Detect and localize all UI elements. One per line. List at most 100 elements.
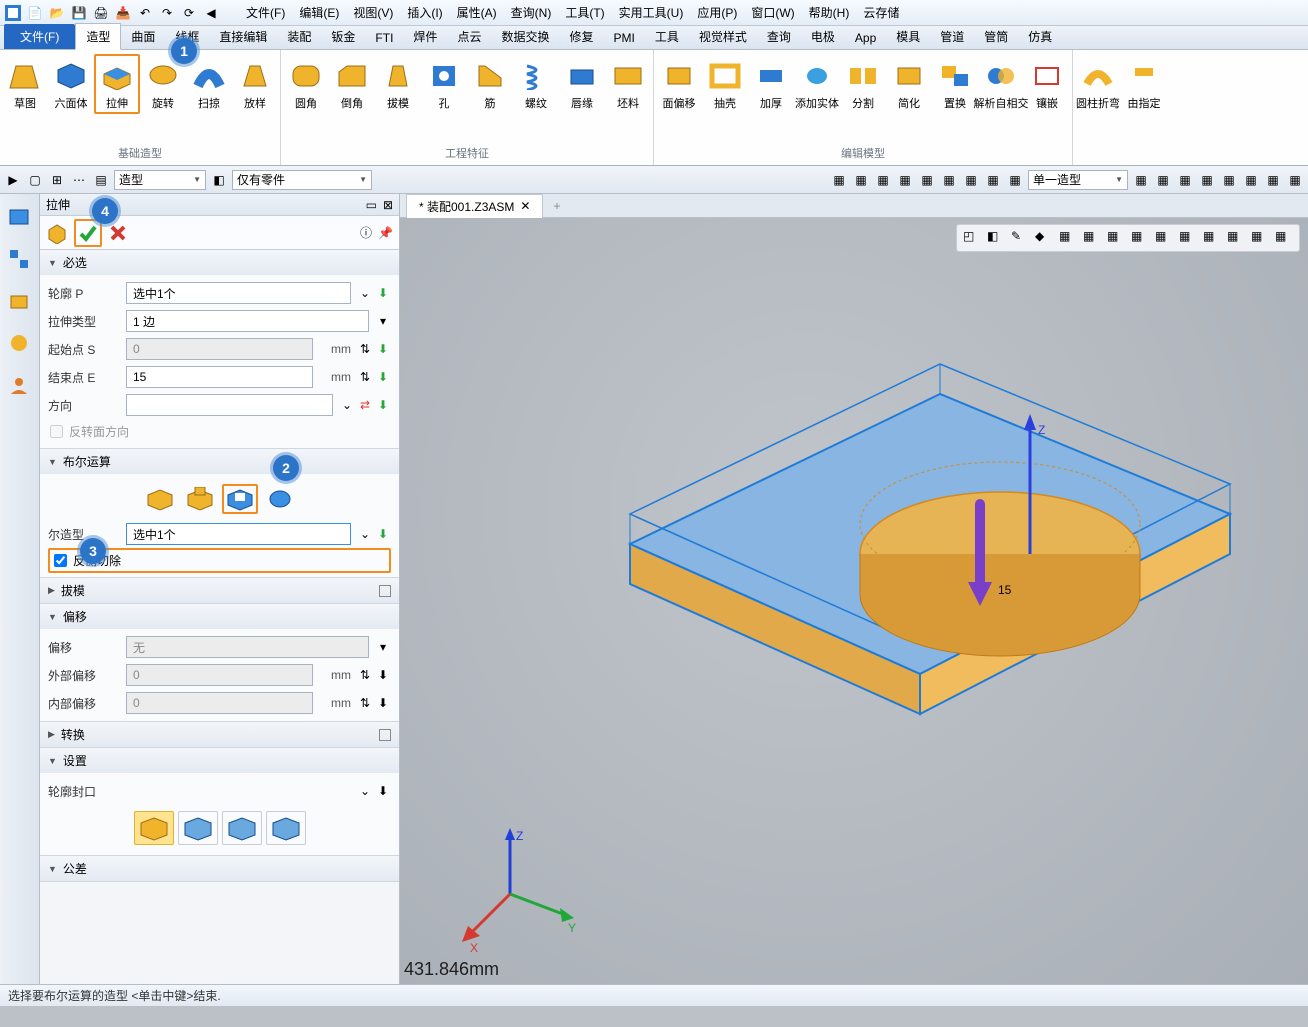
dropdown-icon[interactable]: ▾: [375, 639, 391, 655]
btn-hex[interactable]: 六面体: [48, 54, 94, 114]
section-toggle[interactable]: [379, 585, 391, 597]
tab-repair[interactable]: 修复: [559, 24, 603, 49]
btn-rib[interactable]: 筋: [467, 54, 513, 114]
btn-sweep[interactable]: 扫掠: [186, 54, 232, 114]
tab-mold[interactable]: 模具: [886, 24, 930, 49]
tb-icon[interactable]: ▦: [1132, 171, 1150, 189]
menu-query[interactable]: 查询(N): [505, 2, 558, 23]
end-input[interactable]: 15: [126, 366, 313, 388]
new-icon[interactable]: 📄: [26, 4, 44, 22]
pick-icon[interactable]: ⬇: [375, 783, 391, 799]
tb-icon[interactable]: ▦: [1286, 171, 1304, 189]
btn-sketch[interactable]: 草图: [2, 54, 48, 114]
tab-sheet[interactable]: 钣金: [321, 24, 365, 49]
rail-render-icon[interactable]: [8, 332, 32, 356]
ok-button[interactable]: [74, 219, 102, 247]
close-icon[interactable]: ⊠: [383, 198, 393, 212]
display-select[interactable]: 单一造型: [1028, 170, 1128, 190]
tb-icon[interactable]: ▦: [896, 171, 914, 189]
btn-draft[interactable]: 拔模: [375, 54, 421, 114]
menu-edit[interactable]: 编辑(E): [293, 2, 345, 23]
mode-select[interactable]: 造型: [114, 170, 206, 190]
redo-icon[interactable]: ↷: [158, 4, 176, 22]
tab-vs[interactable]: 视觉样式: [689, 24, 757, 49]
vt-icon[interactable]: ▦: [1227, 229, 1245, 247]
btn-inlay[interactable]: 镶嵌: [1024, 54, 1070, 114]
vt-icon[interactable]: ▦: [1131, 229, 1149, 247]
tb-icon[interactable]: ▦: [830, 171, 848, 189]
rail-asm-icon[interactable]: [8, 248, 32, 272]
tab-elec[interactable]: 电极: [801, 24, 845, 49]
tb-icon[interactable]: ▦: [962, 171, 980, 189]
cancel-button[interactable]: [108, 223, 128, 243]
section-header[interactable]: ▶转换: [40, 722, 399, 747]
btn-blank[interactable]: 坯料: [605, 54, 651, 114]
tab-tube[interactable]: 管筒: [974, 24, 1018, 49]
tb-icon[interactable]: ▦: [1006, 171, 1024, 189]
box-icon[interactable]: ▢: [26, 171, 44, 189]
cap-opt-1[interactable]: [134, 811, 174, 845]
minimize-icon[interactable]: ▭: [366, 198, 377, 212]
tab-sim[interactable]: 仿真: [1018, 24, 1062, 49]
vt-icon[interactable]: ▦: [1275, 229, 1293, 247]
spinner-icon[interactable]: ⇅: [357, 341, 373, 357]
tb-icon[interactable]: ▦: [1198, 171, 1216, 189]
pick-icon[interactable]: ⬇: [375, 369, 391, 385]
vt-icon[interactable]: ✎: [1011, 229, 1029, 247]
tab-pmi[interactable]: PMI: [603, 27, 644, 49]
tb-icon[interactable]: ▦: [1220, 171, 1238, 189]
print-icon[interactable]: 🖨: [92, 4, 110, 22]
vt-icon[interactable]: ▦: [1203, 229, 1221, 247]
pick-icon[interactable]: ⬇: [375, 526, 391, 542]
menu-cloud[interactable]: 云存储: [857, 2, 905, 23]
expand-icon[interactable]: ⌄: [357, 783, 373, 799]
menu-insert[interactable]: 插入(I): [401, 2, 448, 23]
btn-specify[interactable]: 由指定: [1121, 54, 1167, 114]
cap-opt-2[interactable]: [178, 811, 218, 845]
section-header[interactable]: ▼偏移: [40, 604, 399, 629]
dir-input[interactable]: [126, 394, 333, 416]
tab-fti[interactable]: FTI: [365, 27, 403, 49]
btn-chamfer[interactable]: 倒角: [329, 54, 375, 114]
btn-loft[interactable]: 放样: [232, 54, 278, 114]
tb-icon[interactable]: ▦: [1154, 171, 1172, 189]
tab-file[interactable]: 文件(F): [4, 24, 75, 49]
tab-tool[interactable]: 工具: [645, 24, 689, 49]
viewport[interactable]: * 装配001.Z3ASM✕ + ◰◧ ✎◆ ▦▦ ▦▦ ▦▦ ▦▦ ▦▦: [400, 194, 1308, 984]
cap-opt-3[interactable]: [222, 811, 262, 845]
menu-window[interactable]: 窗口(W): [745, 2, 800, 23]
vt-icon[interactable]: ▦: [1155, 229, 1173, 247]
start-input[interactable]: 0: [126, 338, 313, 360]
btn-split[interactable]: 分割: [840, 54, 886, 114]
btn-thicken[interactable]: 加厚: [748, 54, 794, 114]
pick-icon[interactable]: ⬇: [375, 695, 391, 711]
dots-icon[interactable]: ⋯: [70, 171, 88, 189]
tab-direct[interactable]: 直接编辑: [209, 24, 277, 49]
rail-user-icon[interactable]: [8, 374, 32, 398]
vt-icon[interactable]: ▦: [1107, 229, 1125, 247]
type-select[interactable]: 1 边: [126, 310, 369, 332]
expand-icon[interactable]: ⌄: [357, 285, 373, 301]
offset-select[interactable]: 无: [126, 636, 369, 658]
section-header[interactable]: ▼设置: [40, 748, 399, 773]
expand-icon[interactable]: ⌄: [357, 526, 373, 542]
tab-surface[interactable]: 曲面: [121, 24, 165, 49]
pick-icon[interactable]: ⬇: [375, 285, 391, 301]
filter-select[interactable]: 仅有零件: [232, 170, 372, 190]
tab-asm[interactable]: 装配: [277, 24, 321, 49]
pick-icon[interactable]: ⬇: [375, 667, 391, 683]
tab-weld[interactable]: 焊件: [403, 24, 447, 49]
cursor-icon[interactable]: ▶: [4, 171, 22, 189]
spinner-icon[interactable]: ⇅: [357, 695, 373, 711]
vt-icon[interactable]: ▦: [1083, 229, 1101, 247]
menu-app[interactable]: 应用(P): [691, 2, 743, 23]
flip-icon[interactable]: ⇄: [357, 397, 373, 413]
btn-hole[interactable]: 孔: [421, 54, 467, 114]
btn-replace[interactable]: 置换: [932, 54, 978, 114]
menu-view[interactable]: 视图(V): [347, 2, 399, 23]
btn-cylbend[interactable]: 圆柱折弯: [1075, 54, 1121, 114]
cube-icon[interactable]: ◧: [210, 171, 228, 189]
tb-icon[interactable]: ▦: [874, 171, 892, 189]
menu-file[interactable]: 文件(F): [240, 2, 291, 23]
vt-icon[interactable]: ▦: [1179, 229, 1197, 247]
